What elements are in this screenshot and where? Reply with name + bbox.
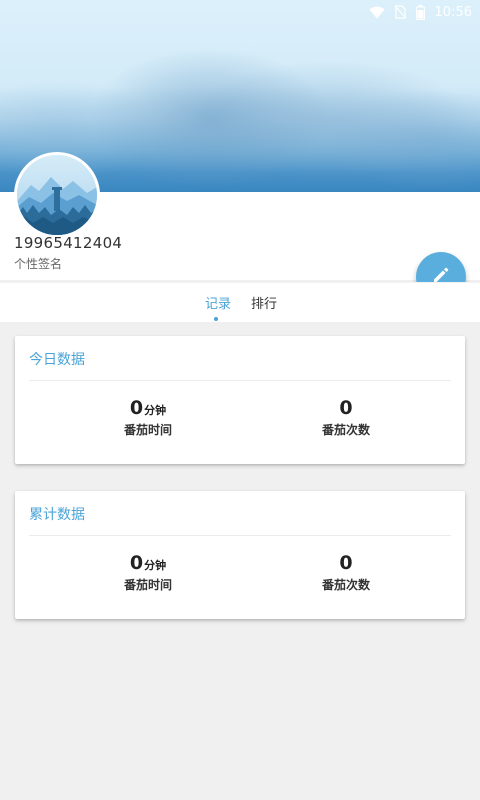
no-sim-icon	[394, 5, 406, 19]
card-title: 累计数据	[29, 507, 85, 523]
card-divider	[29, 380, 451, 381]
status-time: 10:56	[434, 4, 472, 20]
card-divider	[29, 535, 451, 536]
battery-icon	[415, 4, 425, 20]
tab-bar: 记录 排行	[0, 282, 480, 322]
tab-record[interactable]: 记录	[205, 293, 231, 312]
total-tomato-time: 0分钟 番茄时间	[48, 551, 248, 593]
today-tomato-time: 0分钟 番茄时间	[48, 396, 248, 438]
avatar[interactable]	[14, 152, 100, 238]
wifi-icon	[369, 6, 385, 19]
mountain-landscape-avatar	[17, 155, 97, 235]
today-stats-card: 今日数据 0分钟 番茄时间 0 番茄次数	[15, 336, 465, 464]
stat-unit: 分钟	[144, 559, 167, 572]
stat-value: 0	[129, 397, 144, 419]
stat-unit: 分钟	[144, 404, 167, 417]
stat-label: 番茄次数	[321, 578, 370, 592]
stat-label: 番茄时间	[123, 578, 172, 592]
stat-label: 番茄次数	[321, 423, 370, 437]
stat-value: 0	[339, 397, 353, 419]
stat-value: 0	[339, 552, 353, 574]
total-stats-card: 累计数据 0分钟 番茄时间 0 番茄次数	[15, 491, 465, 619]
tab-indicator	[214, 317, 218, 321]
card-title: 今日数据	[29, 352, 85, 368]
stat-value: 0	[129, 552, 144, 574]
status-bar: 10:56	[0, 0, 480, 24]
username: 19965412404	[14, 234, 123, 252]
today-tomato-count: 0 番茄次数	[246, 396, 446, 438]
stat-label: 番茄时间	[123, 423, 172, 437]
signature[interactable]: 个性签名	[14, 255, 62, 272]
tab-rank[interactable]: 排行	[251, 293, 277, 312]
total-tomato-count: 0 番茄次数	[246, 551, 446, 593]
